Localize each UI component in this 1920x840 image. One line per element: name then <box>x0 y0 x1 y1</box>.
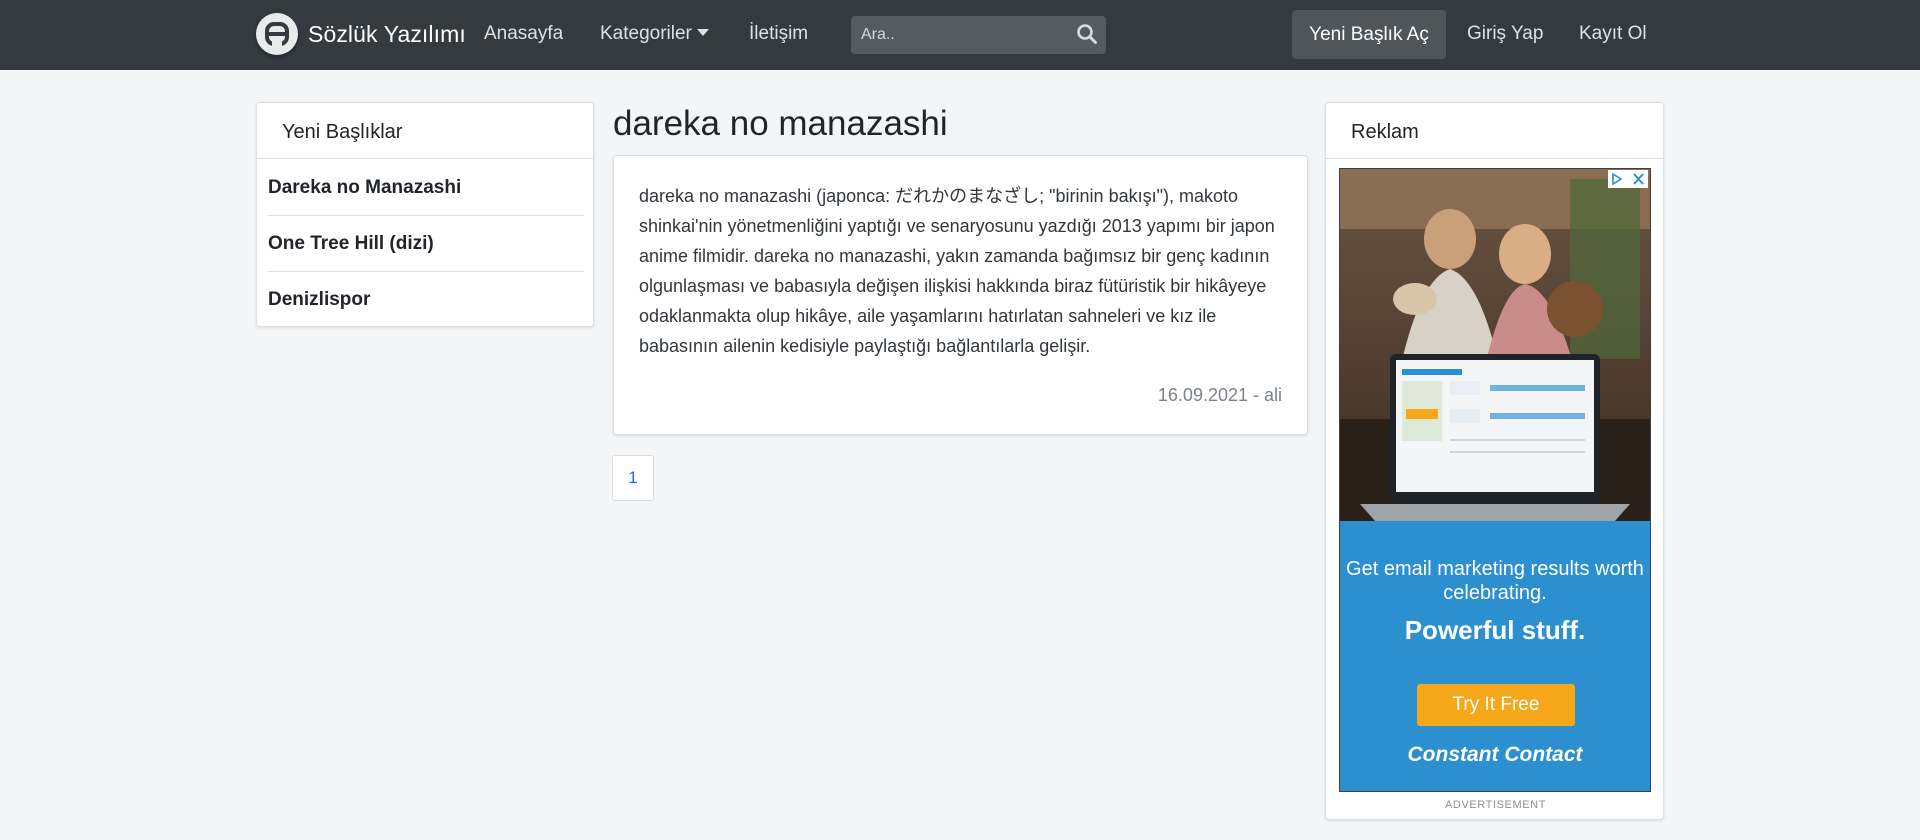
caret-down-icon <box>696 29 709 36</box>
entry-text: dareka no manazashi (japonca: だれかのまなざし; … <box>639 186 1275 356</box>
entry-date-author[interactable]: 16.09.2021 - ali <box>1158 385 1282 406</box>
divider <box>268 271 584 272</box>
divider <box>268 215 584 216</box>
sidebar-item-one-tree-hill[interactable]: One Tree Hill (dizi) <box>268 233 584 255</box>
topic-title: dareka no manazashi <box>613 104 948 143</box>
register-link[interactable]: Kayıt Ol <box>1579 23 1647 45</box>
ad-message-panel: Get email marketing results worth celebr… <box>1340 521 1650 791</box>
ad-card: Reklam Get email marketing results worth… <box>1325 102 1664 820</box>
ad-cta-button[interactable]: Try It Free <box>1417 684 1575 726</box>
pagination-page-1[interactable]: 1 <box>612 455 654 501</box>
new-topics-card: Yeni Başlıklar Dareka no Manazashi One T… <box>256 102 594 327</box>
search-form <box>851 16 1106 54</box>
login-link[interactable]: Giriş Yap <box>1467 23 1543 45</box>
ad-label: ADVERTISEMENT <box>1444 799 1547 811</box>
new-topic-button[interactable]: Yeni Başlık Aç <box>1292 10 1446 59</box>
nav-link-contact[interactable]: İletişim <box>749 23 808 45</box>
ad-choices-icon[interactable] <box>1608 170 1648 188</box>
brand-name: Sözlük Yazılımı <box>308 20 466 47</box>
brand-link[interactable]: Sözlük Yazılımı <box>256 12 466 56</box>
entry-card: dareka no manazashi (japonca: だれかのまなざし; … <box>613 155 1308 435</box>
nav-dropdown-categories[interactable]: Kategoriler <box>600 23 709 45</box>
new-topics-header: Yeni Başlıklar <box>257 103 593 159</box>
ad-header: Reklam <box>1326 103 1663 159</box>
sidebar-item-dareka-no-manazashi[interactable]: Dareka no Manazashi <box>268 177 584 199</box>
ad-brand-logo: Constant Contact <box>1407 743 1583 766</box>
nav-dropdown-label: Kategoriler <box>600 23 692 44</box>
search-icon[interactable] <box>1076 23 1100 47</box>
sidebar-item-denizlispor[interactable]: Denizlispor <box>268 289 584 311</box>
ad-tagline: Powerful stuff. <box>1404 615 1586 645</box>
ad-photo <box>1340 169 1650 521</box>
search-input[interactable] <box>851 16 1066 54</box>
nav-link-home[interactable]: Anasayfa <box>484 23 563 45</box>
ad-headline: Get email marketing results worth celebr… <box>1346 558 1644 604</box>
brand-logo-icon <box>256 13 298 55</box>
top-navbar: Sözlük Yazılımı Anasayfa Kategoriler İle… <box>0 0 1920 70</box>
ad-banner[interactable]: Get email marketing results worth celebr… <box>1339 168 1651 792</box>
